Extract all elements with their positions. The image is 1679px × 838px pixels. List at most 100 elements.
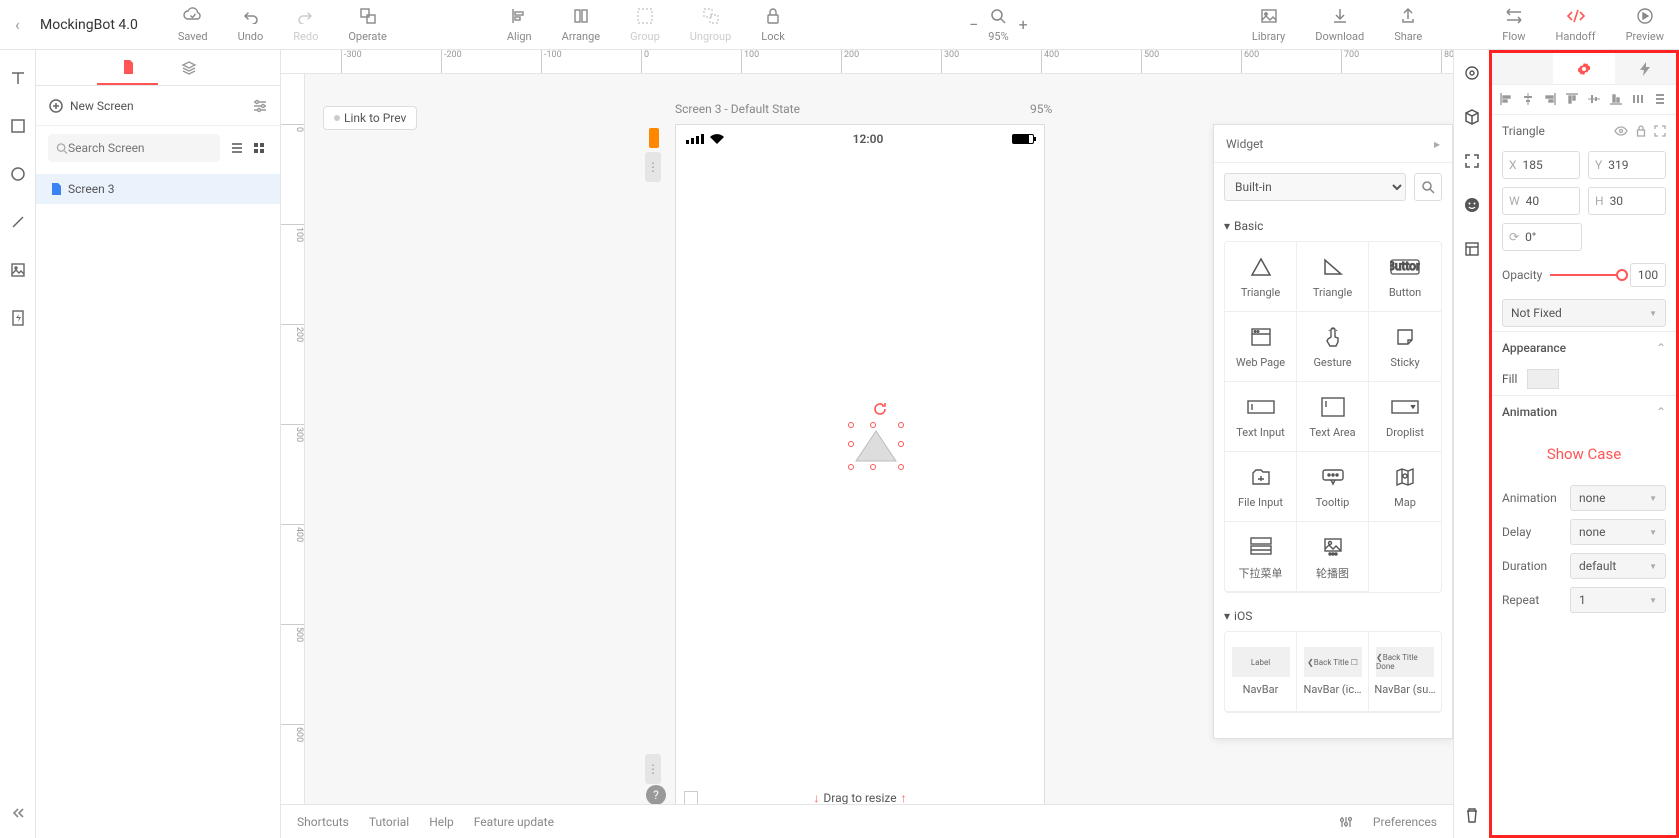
widget-droplist[interactable]: Droplist bbox=[1369, 382, 1441, 452]
eye-icon[interactable] bbox=[1614, 125, 1628, 137]
inspector-tab-actions[interactable] bbox=[1615, 53, 1676, 84]
target-icon[interactable] bbox=[1461, 62, 1483, 84]
settings-icon[interactable] bbox=[252, 99, 268, 113]
ruler-horizontal[interactable]: -300-200-1000100200300400500600700800900… bbox=[281, 50, 1453, 74]
widget-轮播图[interactable]: 轮播图 bbox=[1297, 522, 1369, 592]
rectangle-tool[interactable] bbox=[8, 116, 28, 136]
fill-swatch[interactable] bbox=[1527, 369, 1559, 389]
selected-triangle-widget[interactable] bbox=[851, 425, 901, 467]
align-top-icon[interactable] bbox=[1565, 92, 1581, 108]
collapse-rail-button[interactable] bbox=[8, 803, 28, 823]
inspector-tab-settings[interactable] bbox=[1553, 53, 1614, 84]
widget-button[interactable]: ButtonButton bbox=[1369, 242, 1441, 312]
new-screen-button[interactable]: New Screen bbox=[36, 86, 280, 126]
screens-tab[interactable] bbox=[97, 50, 158, 85]
screen-search-input[interactable] bbox=[48, 134, 220, 162]
zoom-out-button[interactable]: − bbox=[969, 15, 978, 34]
flow-button[interactable]: Flow bbox=[1502, 6, 1525, 43]
expand-icon[interactable] bbox=[1654, 125, 1666, 137]
widget-panel-header[interactable]: Widget ▸ bbox=[1214, 125, 1452, 163]
handoff-button[interactable]: Handoff bbox=[1556, 6, 1596, 43]
widget-text-input[interactable]: Text Input bbox=[1225, 382, 1297, 452]
help-button[interactable]: ? bbox=[646, 785, 666, 804]
redo-button[interactable]: Redo bbox=[293, 6, 318, 43]
widget-file-input[interactable]: File Input bbox=[1225, 452, 1297, 522]
grid-view-button[interactable] bbox=[250, 139, 268, 157]
widget-text-area[interactable]: Text Area bbox=[1297, 382, 1369, 452]
show-case-button[interactable]: Show Case bbox=[1492, 427, 1676, 481]
tutorial-link[interactable]: Tutorial bbox=[369, 815, 409, 829]
operate-button[interactable]: Operate bbox=[348, 6, 387, 43]
fixed-select[interactable]: Not Fixed▼ bbox=[1502, 299, 1666, 327]
rotation-input[interactable]: ⟳ bbox=[1502, 223, 1582, 251]
opacity-value[interactable]: 100 bbox=[1630, 263, 1666, 287]
help-link[interactable]: Help bbox=[429, 815, 454, 829]
widget-map[interactable]: Map bbox=[1369, 452, 1441, 522]
ios-section-toggle[interactable]: ▾iOS bbox=[1224, 601, 1442, 631]
back-button[interactable]: ‹ bbox=[15, 15, 35, 34]
appearance-section[interactable]: Appearance⌃ bbox=[1492, 331, 1676, 363]
lightning-tool[interactable] bbox=[8, 308, 28, 328]
distribute-h-icon[interactable] bbox=[1631, 92, 1647, 108]
align-right-icon[interactable] bbox=[1543, 92, 1559, 108]
widget-下拉菜单[interactable]: 下拉菜单 bbox=[1225, 522, 1297, 592]
canvas-stage[interactable]: Link to Prev Screen 3 - Default State 95… bbox=[305, 74, 1453, 804]
cube-icon[interactable] bbox=[1461, 106, 1483, 128]
device-frame[interactable]: 12:00 bbox=[675, 124, 1045, 804]
lock-button[interactable]: Lock bbox=[761, 6, 785, 43]
image-tool[interactable] bbox=[8, 260, 28, 280]
widget-ios-navbar-2[interactable]: ❮Back Title DoneNavBar (su… bbox=[1369, 632, 1441, 712]
duration-select[interactable]: default▼ bbox=[1570, 553, 1666, 579]
drag-to-resize-label[interactable]: ↓Drag to resize↑ bbox=[676, 791, 1044, 804]
arrange-button[interactable]: Arrange bbox=[562, 6, 600, 43]
align-button[interactable]: Align bbox=[507, 6, 532, 43]
vertical-guide-tab-bottom[interactable]: ⋮ bbox=[645, 754, 661, 784]
list-view-button[interactable] bbox=[228, 139, 246, 157]
vertical-guide-tab[interactable]: ⋮ bbox=[645, 152, 661, 182]
feature-update-link[interactable]: Feature update bbox=[474, 815, 554, 829]
basic-section-toggle[interactable]: ▾Basic bbox=[1224, 211, 1442, 241]
group-button[interactable]: Group bbox=[630, 6, 660, 43]
align-center-v-icon[interactable] bbox=[1587, 92, 1603, 108]
screen-item[interactable]: Screen 3 bbox=[36, 174, 280, 204]
delay-select[interactable]: none▼ bbox=[1570, 519, 1666, 545]
animation-section[interactable]: Animation⌃ bbox=[1492, 395, 1676, 427]
lock-icon[interactable] bbox=[1636, 125, 1646, 137]
widget-source-select[interactable]: Built-in bbox=[1224, 173, 1406, 201]
line-tool[interactable] bbox=[8, 212, 28, 232]
trash-icon[interactable] bbox=[1461, 804, 1483, 826]
distribute-v-icon[interactable] bbox=[1653, 92, 1669, 108]
w-input[interactable]: W bbox=[1502, 187, 1580, 215]
ungroup-button[interactable]: Ungroup bbox=[690, 6, 732, 43]
expand-icon[interactable] bbox=[1461, 150, 1483, 172]
link-to-prev-button[interactable]: Link to Prev bbox=[323, 106, 417, 130]
widget-triangle[interactable]: Triangle bbox=[1297, 242, 1369, 312]
widget-search-button[interactable] bbox=[1414, 173, 1442, 201]
widget-web-page[interactable]: Web Page bbox=[1225, 312, 1297, 382]
widget-ios-navbar-0[interactable]: LabelNavBar bbox=[1225, 632, 1297, 712]
widget-tooltip[interactable]: Tooltip bbox=[1297, 452, 1369, 522]
layout-icon[interactable] bbox=[1461, 238, 1483, 260]
undo-button[interactable]: Undo bbox=[238, 6, 264, 43]
widget-sticky[interactable]: Sticky bbox=[1369, 312, 1441, 382]
zoom-in-button[interactable]: + bbox=[1019, 15, 1028, 34]
text-tool[interactable] bbox=[8, 68, 28, 88]
smiley-icon[interactable] bbox=[1461, 194, 1483, 216]
widget-ios-navbar-1[interactable]: ❮Back Title ☐NavBar (ic… bbox=[1297, 632, 1369, 712]
widget-triangle[interactable]: Triangle bbox=[1225, 242, 1297, 312]
layers-tab[interactable] bbox=[158, 50, 219, 85]
preferences-link[interactable]: Preferences bbox=[1373, 815, 1437, 829]
align-left-icon[interactable] bbox=[1499, 92, 1515, 108]
h-input[interactable]: H bbox=[1588, 187, 1666, 215]
preview-button[interactable]: Preview bbox=[1626, 6, 1664, 43]
opacity-slider[interactable] bbox=[1550, 274, 1622, 276]
inspector-tab-1[interactable] bbox=[1492, 53, 1553, 84]
align-center-h-icon[interactable] bbox=[1521, 92, 1537, 108]
animation-select[interactable]: none▼ bbox=[1570, 485, 1666, 511]
rotate-handle[interactable] bbox=[871, 400, 889, 418]
download-button[interactable]: Download bbox=[1315, 6, 1364, 43]
shortcuts-link[interactable]: Shortcuts bbox=[297, 815, 349, 829]
ruler-vertical[interactable]: 0100200300400500600700 bbox=[281, 74, 305, 804]
library-button[interactable]: Library bbox=[1252, 6, 1285, 43]
circle-tool[interactable] bbox=[8, 164, 28, 184]
